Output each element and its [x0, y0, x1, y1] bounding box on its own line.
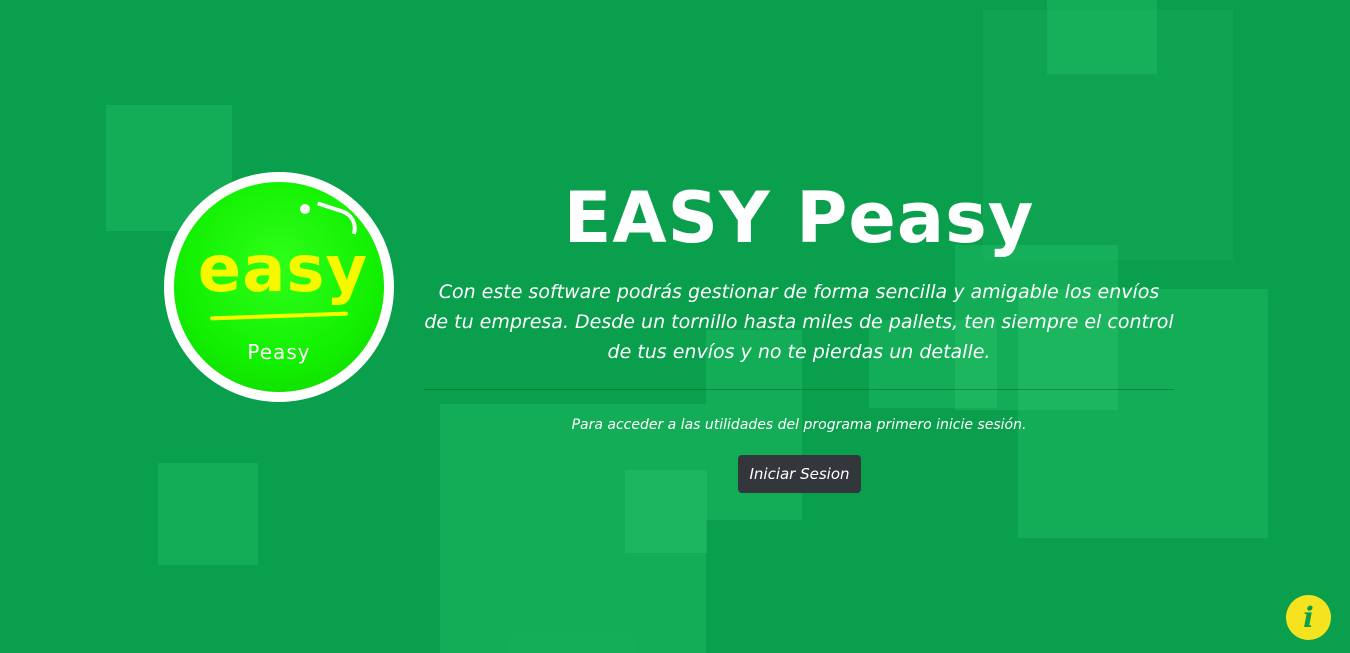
logo-shine-dot [300, 204, 310, 214]
logo-underline [209, 311, 349, 321]
logo-main-word: easy [197, 233, 369, 307]
login-button[interactable]: Iniciar Sesion [738, 455, 861, 493]
info-button[interactable]: i [1286, 595, 1331, 640]
app-description: Con este software podrás gestionar de fo… [424, 281, 1174, 363]
logo-sub-word: Peasy [247, 340, 311, 364]
divider [424, 389, 1174, 390]
background-square [158, 463, 258, 565]
access-note: Para acceder a las utilidades del progra… [571, 417, 1027, 433]
logo-badge: easy Peasy [174, 182, 384, 392]
background-square [625, 470, 707, 553]
page-title: EASY Peasy [563, 177, 1035, 259]
app-logo: easy Peasy [164, 172, 394, 402]
info-icon: i [1303, 601, 1314, 634]
